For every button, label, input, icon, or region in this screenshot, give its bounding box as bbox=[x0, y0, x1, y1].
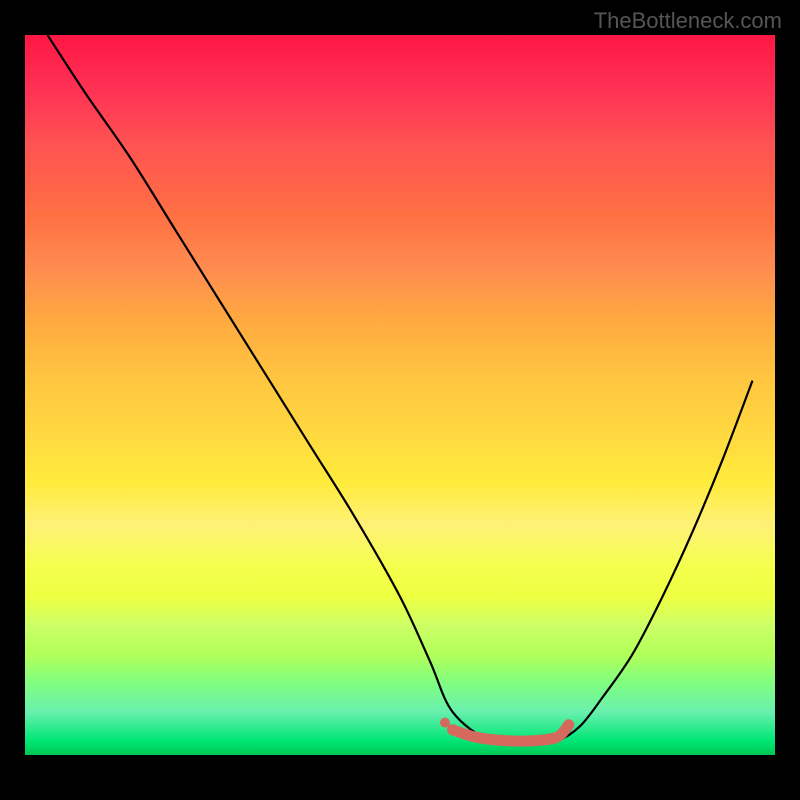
chart-plot-area bbox=[25, 35, 775, 755]
chart-curve bbox=[25, 35, 775, 755]
watermark-text: TheBottleneck.com bbox=[594, 8, 782, 34]
